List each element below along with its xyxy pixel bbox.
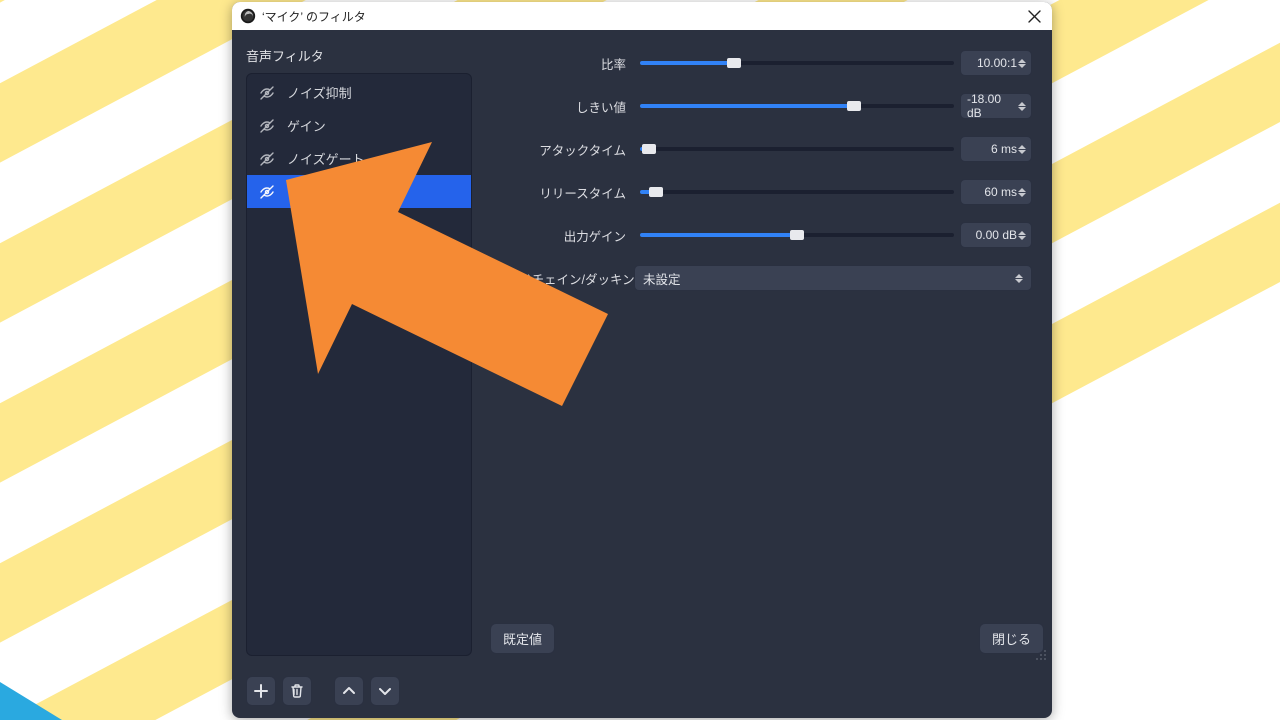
- property-label: 出力ゲイン: [494, 226, 634, 245]
- property-label: リリースタイム: [494, 183, 634, 202]
- sidechain-row: サイドチェイン/ダッキングソース 未設定: [494, 265, 1032, 291]
- property-spinbox[interactable]: 60 ms: [960, 179, 1032, 205]
- property-slider[interactable]: [634, 190, 960, 194]
- property-row-1: しきい値 -18.00 dB: [494, 93, 1032, 119]
- spin-arrows-icon[interactable]: [1018, 224, 1028, 246]
- filter-item-1[interactable]: ゲイン: [247, 109, 471, 142]
- property-slider[interactable]: [634, 104, 960, 108]
- filter-item-label: コンプレッサー: [287, 182, 459, 201]
- filter-toolbar: [232, 666, 1052, 718]
- titlebar[interactable]: ‘マイク’ のフィルタ: [232, 2, 1052, 30]
- window-close-button[interactable]: [1022, 4, 1046, 28]
- slider-handle: [649, 187, 663, 197]
- visibility-off-icon: [259, 184, 275, 200]
- visibility-off-icon: [259, 118, 275, 134]
- move-down-button[interactable]: [370, 676, 400, 706]
- sidechain-select[interactable]: 未設定: [634, 265, 1032, 291]
- slider-handle: [790, 230, 804, 240]
- resize-grip-icon[interactable]: [1034, 648, 1046, 660]
- slider-handle: [642, 144, 656, 154]
- filter-item-label: ノイズゲート: [287, 149, 459, 168]
- property-value: 10.00:1: [977, 56, 1017, 70]
- slider-handle: [847, 101, 861, 111]
- property-slider[interactable]: [634, 233, 960, 237]
- audio-filters-label: 音声フィルタ: [246, 46, 472, 65]
- property-label: アタックタイム: [494, 140, 634, 159]
- delete-filter-button[interactable]: [282, 676, 312, 706]
- property-row-4: 出力ゲイン 0.00 dB: [494, 222, 1032, 248]
- filter-item-3[interactable]: コンプレッサー: [247, 175, 471, 208]
- property-value: -18.00 dB: [967, 92, 1017, 120]
- property-label: しきい値: [494, 97, 634, 116]
- window-title: ‘マイク’ のフィルタ: [262, 8, 366, 25]
- filter-item-label: ノイズ抑制: [287, 83, 459, 102]
- property-slider[interactable]: [634, 61, 960, 65]
- filter-properties-panel: 比率 10.00:1 しきい値 -18.00 dB アタックタイム: [482, 30, 1052, 666]
- obs-icon: [240, 8, 256, 24]
- filter-list[interactable]: ノイズ抑制 ゲイン ノイズゲート コンプレッサー: [246, 73, 472, 656]
- sidechain-label: サイドチェイン/ダッキングソース: [494, 269, 634, 288]
- property-row-0: 比率 10.00:1: [494, 50, 1032, 76]
- property-spinbox[interactable]: 10.00:1: [960, 50, 1032, 76]
- property-value: 60 ms: [984, 185, 1017, 199]
- spin-arrows-icon[interactable]: [1018, 138, 1028, 160]
- filters-dialog: ‘マイク’ のフィルタ 音声フィルタ ノイズ抑制 ゲイン ノイズゲート コンプレ…: [232, 2, 1052, 718]
- filter-item-label: ゲイン: [287, 116, 459, 135]
- filter-item-0[interactable]: ノイズ抑制: [247, 76, 471, 109]
- defaults-button[interactable]: 既定値: [490, 623, 555, 654]
- property-spinbox[interactable]: 6 ms: [960, 136, 1032, 162]
- filter-item-2[interactable]: ノイズゲート: [247, 142, 471, 175]
- slider-handle: [727, 58, 741, 68]
- add-filter-button[interactable]: [246, 676, 276, 706]
- visibility-off-icon: [259, 85, 275, 101]
- property-label: 比率: [494, 54, 634, 73]
- sidechain-value: 未設定: [643, 269, 681, 288]
- visibility-off-icon: [259, 151, 275, 167]
- spin-arrows-icon[interactable]: [1018, 52, 1028, 74]
- chevron-updown-icon: [1015, 266, 1025, 290]
- corner-decoration: [0, 660, 90, 720]
- spin-arrows-icon[interactable]: [1018, 181, 1028, 203]
- move-up-button[interactable]: [334, 676, 364, 706]
- property-value: 0.00 dB: [976, 228, 1017, 242]
- property-spinbox[interactable]: -18.00 dB: [960, 93, 1032, 119]
- spin-arrows-icon[interactable]: [1018, 95, 1028, 117]
- property-row-3: リリースタイム 60 ms: [494, 179, 1032, 205]
- property-slider[interactable]: [634, 147, 960, 151]
- property-spinbox[interactable]: 0.00 dB: [960, 222, 1032, 248]
- property-row-2: アタックタイム 6 ms: [494, 136, 1032, 162]
- property-value: 6 ms: [991, 142, 1017, 156]
